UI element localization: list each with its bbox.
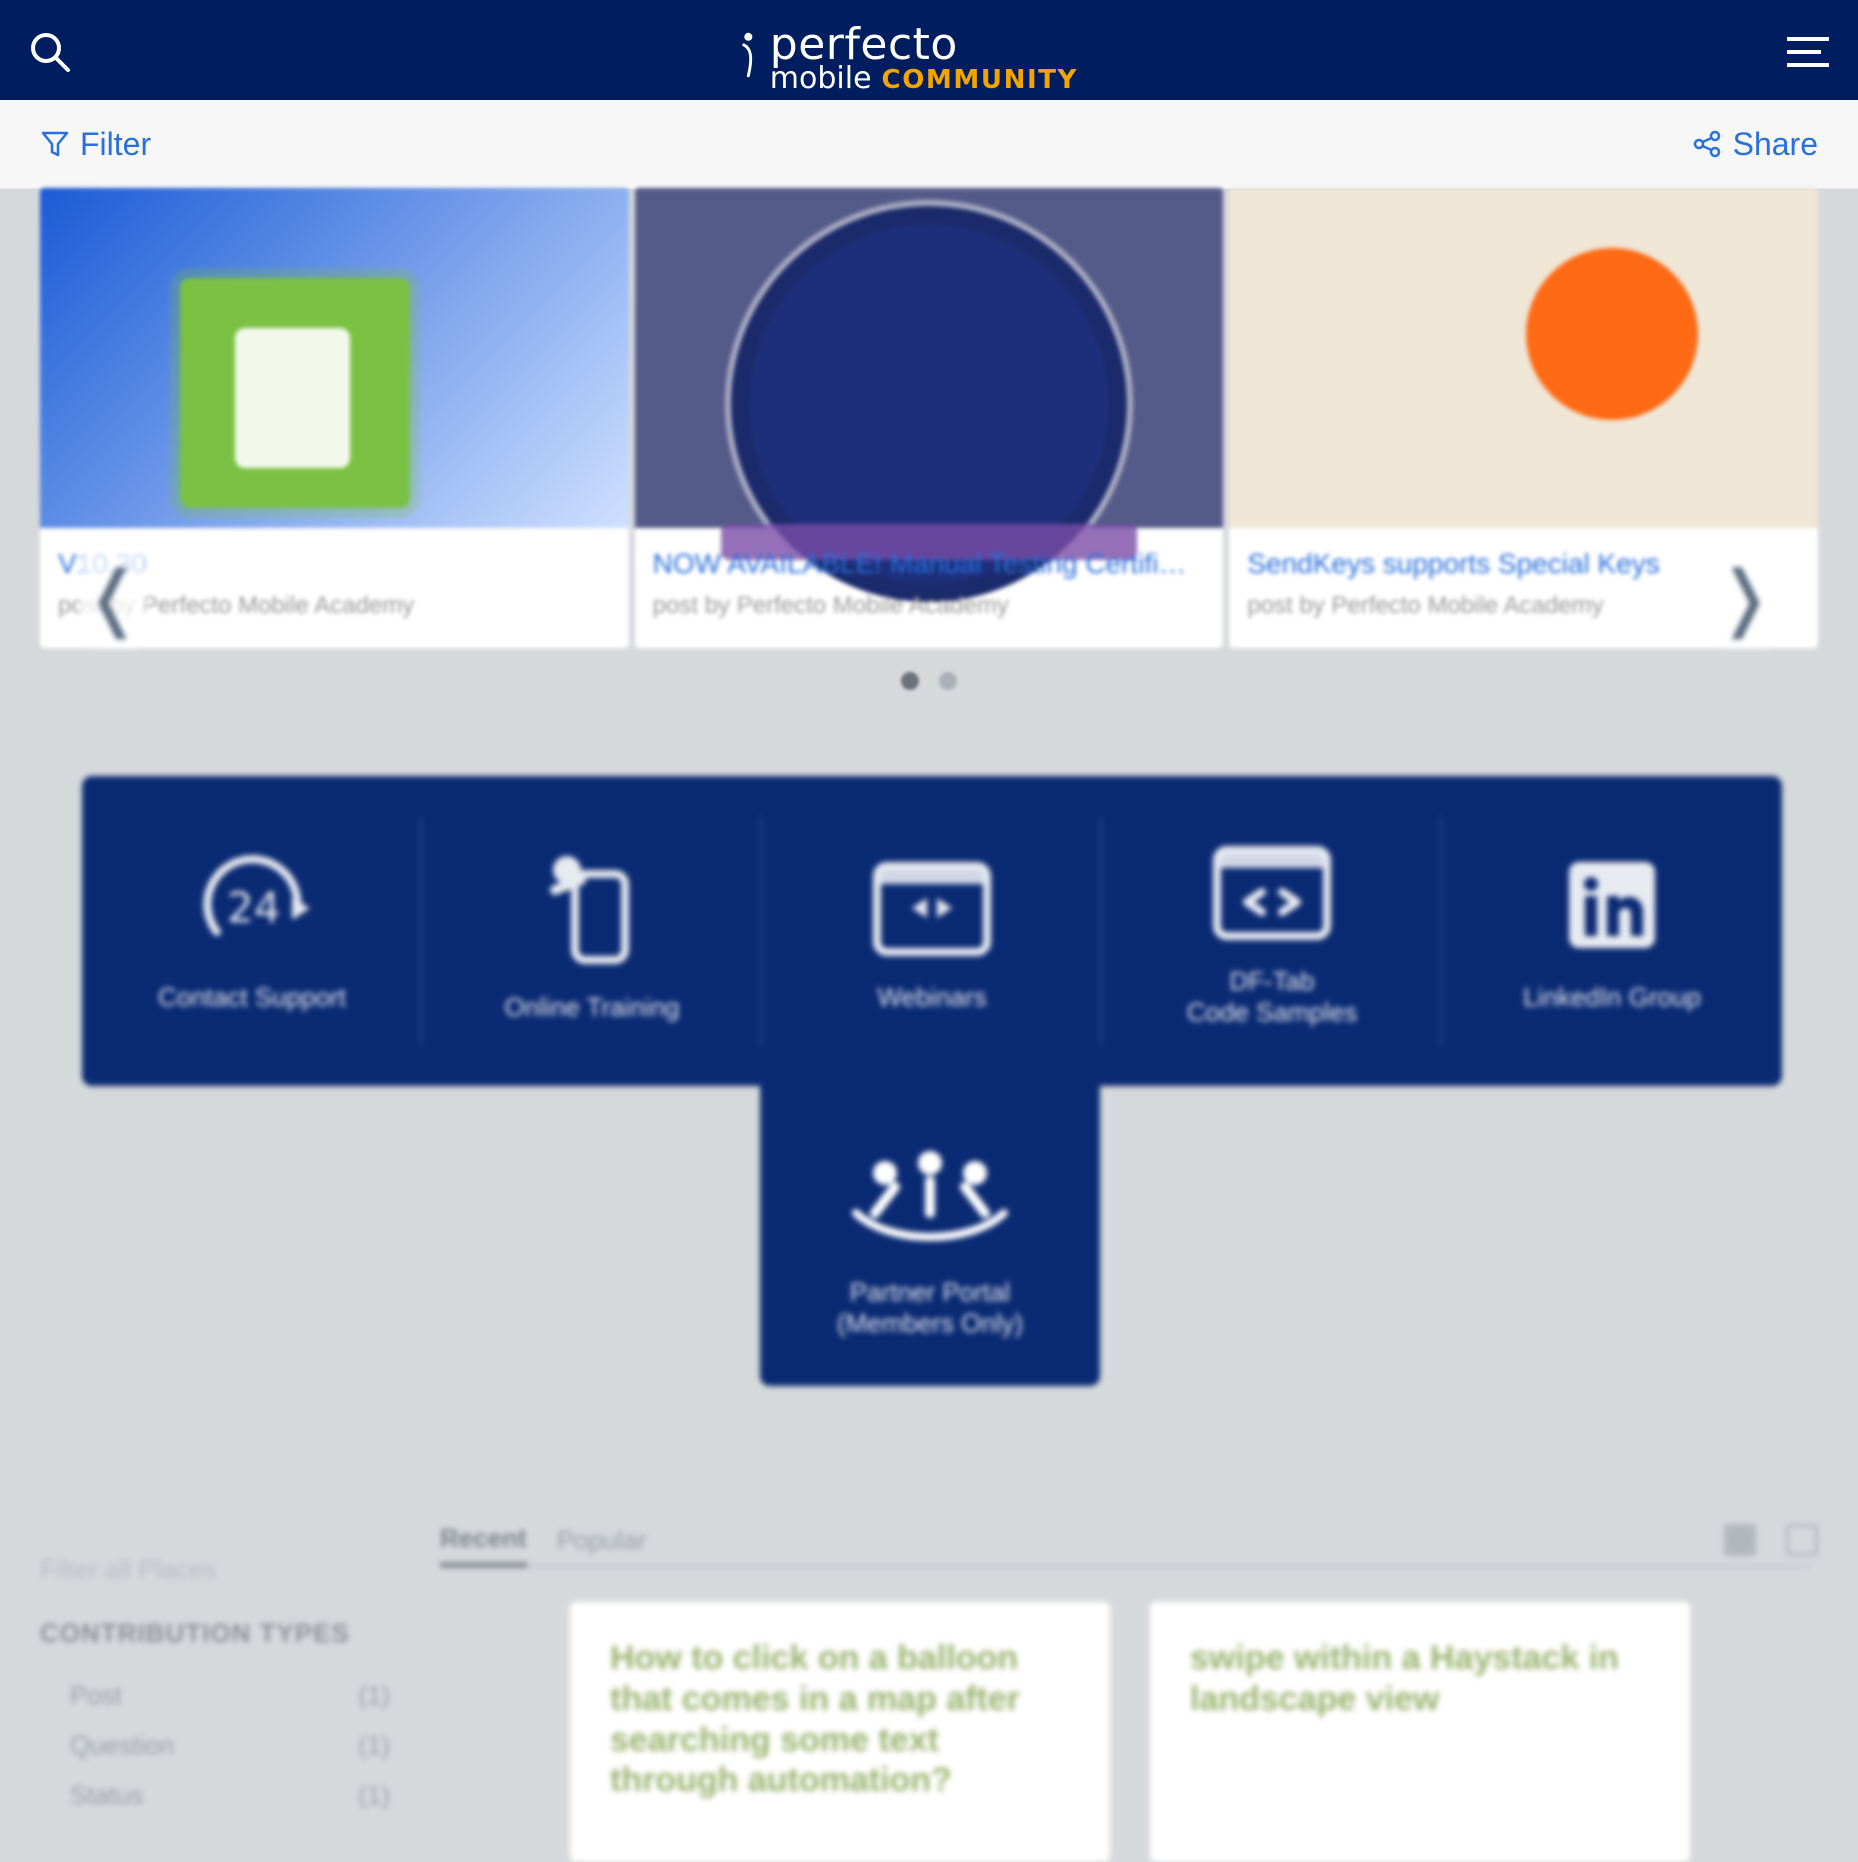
feed-card-title[interactable]: How to click on a balloon that comes in … <box>610 1638 1070 1801</box>
featured-carousel: V10.30 post by Perfecto Mobile Academy N… <box>40 188 1819 648</box>
contribution-type-label: Post <box>70 1680 123 1710</box>
carousel-image <box>1229 188 1819 528</box>
quick-link-label: Contact Support <box>158 981 346 1012</box>
share-icon <box>1693 130 1720 158</box>
menu-button[interactable] <box>1776 24 1840 80</box>
feed-card-title[interactable]: swipe within a Haystack in landscape vie… <box>1190 1638 1650 1720</box>
quick-link-contact-support[interactable]: 24 Contact Support <box>82 776 422 1086</box>
linkedin-icon <box>1569 861 1655 948</box>
contribution-type-label: Status <box>70 1780 144 1810</box>
places-filter-input[interactable]: Filter all Places <box>40 1554 400 1594</box>
quick-link-code-samples[interactable]: DF-Tab Code Samples <box>1102 776 1442 1086</box>
filter-button[interactable]: Filter <box>40 120 151 168</box>
code-icon <box>1213 846 1331 940</box>
contribution-type-question[interactable]: Question (1) <box>70 1730 390 1766</box>
logo-wordmark: perfecto mobile COMMUNITY <box>770 23 1078 94</box>
contribution-type-count: (1) <box>358 1730 390 1760</box>
feed-tabs: Recent Popular <box>440 1514 1810 1568</box>
quick-link-partner-portal[interactable]: Partner Portal (Members Only) <box>760 1086 1100 1386</box>
search-icon <box>31 33 70 72</box>
release-notes-graphic <box>180 278 410 508</box>
filter-share-bar: Filter Share <box>0 100 1858 189</box>
filter-label: Filter <box>80 125 152 162</box>
content-area: Filter all Places CONTRIBUTION TYPES Pos… <box>0 1468 1858 1862</box>
carousel-byline: post by Perfecto Mobile Academy <box>652 592 1009 619</box>
contribution-type-count: (1) <box>358 1680 390 1710</box>
quick-link-label: Partner Portal (Members Only) <box>836 1277 1024 1338</box>
partner-portal-icon <box>852 1151 1008 1241</box>
share-label: Share <box>1732 125 1818 162</box>
share-button[interactable]: Share <box>1691 120 1818 168</box>
quick-links-panel: 24 Contact Support Online Training Webin… <box>40 736 1818 1436</box>
filter-icon <box>41 131 69 157</box>
hamburger-menu-icon <box>1787 37 1829 67</box>
contribution-type-label: Question <box>70 1730 175 1760</box>
search-button[interactable] <box>18 24 82 80</box>
perfecto-logo-mark-icon <box>742 32 753 78</box>
perfecto-mobile-community-logo[interactable]: perfecto mobile COMMUNITY <box>738 10 1078 94</box>
online-training-icon <box>550 855 629 964</box>
tab-popular[interactable]: Popular <box>557 1525 647 1564</box>
contribution-type-count: (1) <box>358 1780 390 1810</box>
logo-mobile: mobile <box>769 61 872 96</box>
grid-view-icon[interactable] <box>1724 1524 1756 1556</box>
carousel-meta: NOW AVAILABLE! Manual Testing Certifi… p… <box>653 548 1206 620</box>
carousel-slides: V10.30 post by Perfecto Mobile Academy N… <box>40 188 1819 648</box>
carousel-item[interactable]: NOW AVAILABLE! Manual Testing Certifi… p… <box>634 188 1224 648</box>
chevron-right-icon: ❭ <box>1714 558 1776 638</box>
quick-link-label: DF-Tab Code Samples <box>1186 966 1358 1027</box>
pagination-dot[interactable] <box>939 672 957 690</box>
quick-link-label: LinkedIn Group <box>1523 981 1701 1012</box>
carousel-prev-button[interactable]: ❬ <box>80 546 146 648</box>
contribution-types-title: CONTRIBUTION TYPES <box>40 1618 350 1648</box>
quick-link-label: Online Training <box>504 991 680 1022</box>
contribution-type-status[interactable]: Status (1) <box>70 1780 390 1816</box>
top-navigation-bar: perfecto mobile COMMUNITY <box>0 0 1858 100</box>
support-24-icon: 24 <box>203 854 310 936</box>
quick-link-online-training[interactable]: Online Training <box>422 776 762 1086</box>
contribution-type-post[interactable]: Post (1) <box>70 1680 390 1716</box>
feed-card[interactable]: How to click on a balloon that comes in … <box>570 1602 1110 1862</box>
quick-link-linkedin-group[interactable]: LinkedIn Group <box>1442 776 1782 1086</box>
list-view-icon[interactable] <box>1786 1524 1818 1556</box>
feed-cards: How to click on a balloon that comes in … <box>570 1602 1690 1862</box>
quick-links-tiles: 24 Contact Support Online Training Webin… <box>82 776 1782 1086</box>
logo-community: COMMUNITY <box>881 65 1078 95</box>
webinar-icon <box>873 861 991 956</box>
carousel-pagination <box>901 672 957 690</box>
carousel-image <box>40 188 629 528</box>
view-toggle <box>1724 1524 1818 1556</box>
quick-link-label: Webinars <box>877 981 987 1012</box>
svg-text:24: 24 <box>227 883 280 932</box>
pagination-dot[interactable] <box>901 672 919 690</box>
carousel-image <box>634 188 1224 584</box>
certification-badge-graphic <box>721 224 1137 584</box>
chevron-left-icon: ❬ <box>82 558 144 638</box>
feed-card[interactable]: swipe within a Haystack in landscape vie… <box>1150 1602 1690 1862</box>
quick-link-webinars[interactable]: Webinars <box>762 776 1102 1086</box>
orange-book-graphic <box>1526 248 1699 420</box>
tab-recent[interactable]: Recent <box>440 1523 527 1568</box>
carousel-next-button[interactable]: ❭ <box>1712 546 1778 648</box>
carousel-title[interactable]: NOW AVAILABLE! Manual Testing Certifi… <box>653 548 1206 580</box>
